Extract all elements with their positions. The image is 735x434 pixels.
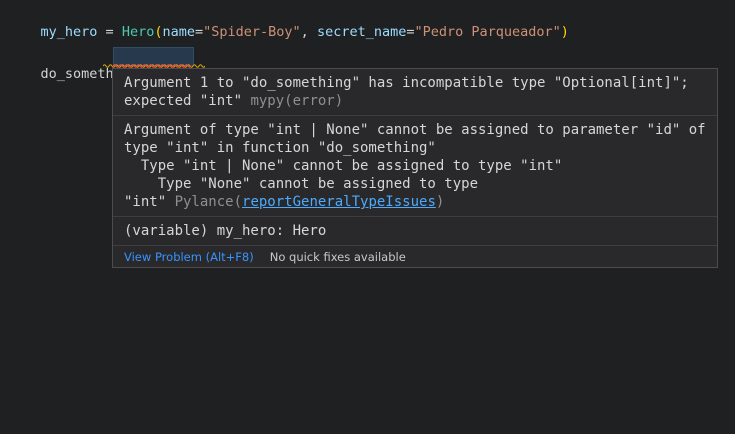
pylance-message-line-5: "int" Pylance(reportGeneralTypeIssues) bbox=[124, 193, 706, 211]
variable-info-text: (variable) my_hero: Hero bbox=[124, 222, 706, 240]
pylance-source-label: Pylance( bbox=[175, 194, 242, 210]
token-close-paren: ) bbox=[561, 24, 569, 40]
pylance-message-text: "int" bbox=[124, 194, 175, 210]
variable-info-section: (variable) my_hero: Hero bbox=[113, 216, 717, 245]
mypy-diagnostic-section: Argument 1 to "do_something" has incompa… bbox=[113, 69, 717, 115]
view-problem-link[interactable]: View Problem (Alt+F8) bbox=[124, 250, 254, 264]
mypy-source-label: mypy(error) bbox=[250, 93, 343, 109]
mypy-message-line-2: expected "int" mypy(error) bbox=[124, 92, 706, 110]
pylance-source-close-paren: ) bbox=[436, 194, 444, 210]
pylance-diagnostic-section: Argument of type "int | None" cannot be … bbox=[113, 115, 717, 216]
token-string: "Pedro Parqueador" bbox=[414, 24, 560, 40]
token-class-name: Hero bbox=[122, 24, 155, 40]
editor[interactable]: my_hero = Hero(name="Spider-Boy", secret… bbox=[0, 0, 735, 434]
token-operator: = bbox=[97, 24, 121, 40]
pylance-message-line-1: Argument of type "int | None" cannot be … bbox=[124, 121, 706, 139]
token-param-name: secret_name bbox=[317, 24, 406, 40]
token-string: "Spider-Boy" bbox=[203, 24, 301, 40]
token-variable: my_hero bbox=[41, 24, 98, 40]
mypy-message-line-1: Argument 1 to "do_something" has incompa… bbox=[124, 74, 706, 92]
mypy-message-text: expected "int" bbox=[124, 93, 250, 109]
pylance-message-line-3: Type "int | None" cannot be assigned to … bbox=[124, 157, 706, 175]
hover-status-bar: View Problem (Alt+F8) No quick fixes ava… bbox=[113, 245, 717, 267]
pylance-message-line-4: Type "None" cannot be assigned to type bbox=[124, 175, 706, 193]
report-general-type-issues-link[interactable]: reportGeneralTypeIssues bbox=[242, 194, 436, 210]
hover-tooltip: Argument 1 to "do_something" has incompa… bbox=[112, 68, 718, 268]
token-equals: = bbox=[195, 24, 203, 40]
no-quick-fixes-label: No quick fixes available bbox=[270, 250, 406, 264]
token-comma: , bbox=[301, 24, 317, 40]
token-param-name: name bbox=[162, 24, 195, 40]
pylance-message-line-2: type "int" in function "do_something" bbox=[124, 139, 706, 157]
